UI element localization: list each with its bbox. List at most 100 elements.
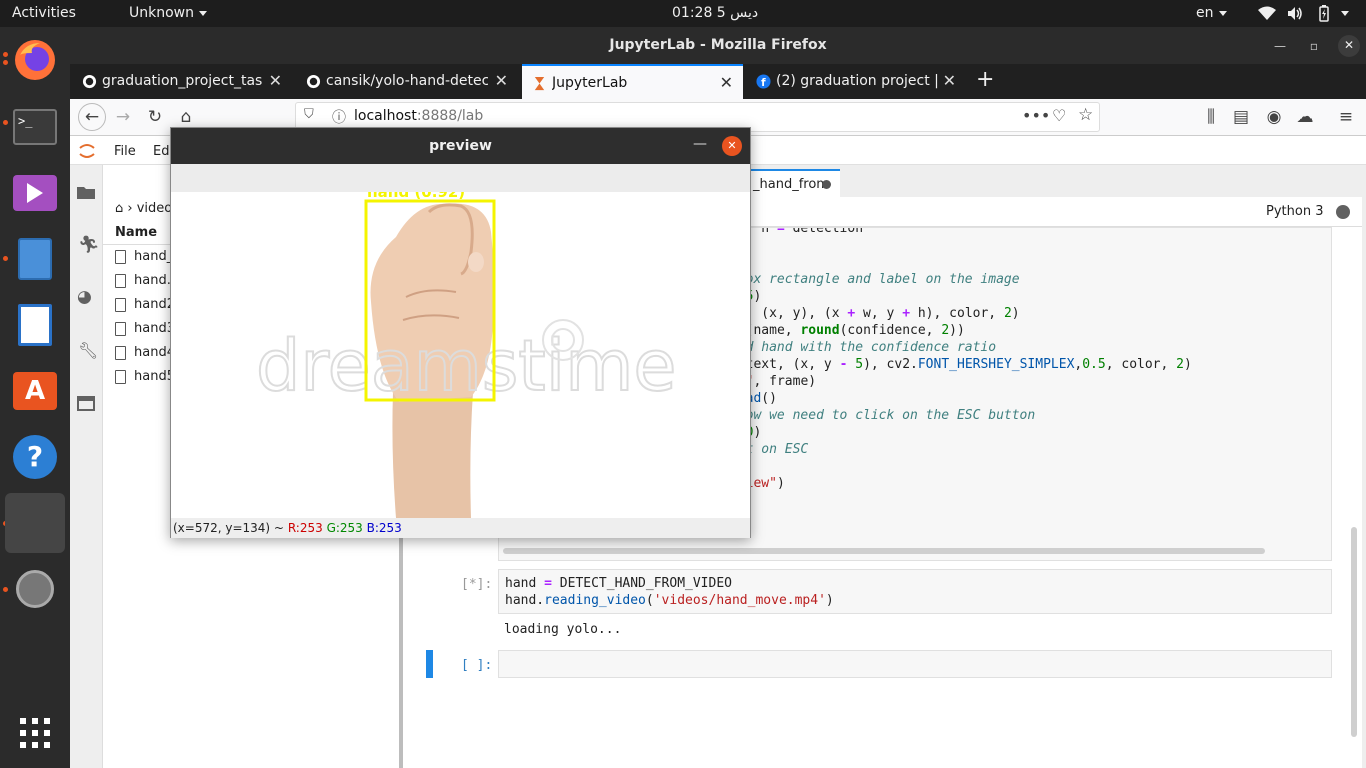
chevron-down-icon xyxy=(199,10,207,16)
bookmark-star-icon[interactable]: ☆ xyxy=(1078,105,1093,125)
code-cell-input[interactable] xyxy=(498,650,1332,678)
account-icon[interactable]: ◉ xyxy=(1263,106,1285,128)
cell-output: loading yolo... xyxy=(504,622,622,637)
tab-graduation-project-task[interactable]: graduation_project_task ✕ xyxy=(72,64,292,99)
file-cabinet-icon xyxy=(18,238,52,280)
show-applications-button[interactable] xyxy=(7,705,63,761)
tab-label: JupyterLab xyxy=(552,75,628,91)
list-item[interactable]: hand4 xyxy=(115,345,175,367)
list-item[interactable]: hand2 xyxy=(115,297,175,319)
help-icon: ? xyxy=(13,435,57,479)
jupyter-logo-icon xyxy=(79,144,95,158)
cell-prompt: [*]: xyxy=(461,577,493,592)
tab-label: cansik/yolo-hand-detecti xyxy=(326,73,488,89)
file-icon xyxy=(115,297,126,312)
maximize-button[interactable]: ▫ xyxy=(1304,36,1324,56)
app-grid-icon xyxy=(20,718,50,748)
minimize-button[interactable]: — xyxy=(693,136,707,152)
close-button[interactable]: ✕ xyxy=(1338,35,1360,57)
new-tab-button[interactable]: + xyxy=(976,67,994,92)
system-menu-icon[interactable] xyxy=(1341,11,1349,16)
menu-icon[interactable]: ≡ xyxy=(1335,106,1357,128)
list-item[interactable]: hand_ xyxy=(115,249,173,271)
minimize-button[interactable]: — xyxy=(1270,36,1290,56)
kernel-name[interactable]: Python 3 xyxy=(1266,204,1323,219)
menu-file[interactable]: File xyxy=(114,144,136,159)
close-button[interactable]: ✕ xyxy=(722,136,742,156)
url-path: :8888/lab xyxy=(416,108,484,124)
wrench-icon[interactable]: 🔧︎ xyxy=(78,341,98,360)
wifi-icon[interactable] xyxy=(1258,6,1276,21)
file-icon xyxy=(115,273,126,288)
library-icon[interactable]: ⫼ xyxy=(1200,106,1222,128)
tab-jupyterlab[interactable]: JupyterLab ✕ xyxy=(522,64,743,99)
list-item[interactable]: hand5 xyxy=(115,369,175,391)
pocket-icon[interactable]: ♡ xyxy=(1052,106,1066,125)
cell-source: hand = DETECT_HAND_FROM_VIDEO hand.readi… xyxy=(505,576,834,608)
sidebar-icon[interactable]: ▤ xyxy=(1230,106,1252,128)
vertical-scrollbar[interactable] xyxy=(1351,527,1357,737)
help-launcher[interactable]: ? xyxy=(7,429,63,485)
close-icon[interactable]: ✕ xyxy=(495,71,508,90)
tab-label: (2) graduation project | F xyxy=(776,73,938,89)
activities-button[interactable]: Activities xyxy=(12,5,76,21)
tab-yolo-hand-detection[interactable]: cansik/yolo-hand-detecti ✕ xyxy=(296,64,518,99)
page-actions-icon[interactable]: ••• xyxy=(1022,106,1050,125)
running-icon[interactable]: 🏃︎ xyxy=(78,235,100,255)
horizontal-scrollbar[interactable] xyxy=(503,548,1265,554)
left-sidebar-tabs: 🏃︎ ◕ 🔧︎ xyxy=(70,165,103,768)
preview-window: preview — ✕ dreamstime hand (0.92) (x=57… xyxy=(170,127,751,538)
close-icon[interactable]: ✕ xyxy=(720,73,733,92)
reload-button[interactable]: ↻ xyxy=(144,106,166,128)
firefox-launcher[interactable] xyxy=(7,32,63,88)
breadcrumb-folder[interactable]: video xyxy=(137,201,173,216)
back-button[interactable]: ← xyxy=(78,103,106,131)
blue-value: B:253 xyxy=(366,521,402,535)
home-icon[interactable]: ⌂ xyxy=(115,201,123,216)
writer-launcher[interactable] xyxy=(7,297,63,353)
file-name: hand2 xyxy=(134,297,175,312)
notebook-tab[interactable]: _hand_from xyxy=(747,169,840,197)
file-name: hand3 xyxy=(134,321,175,336)
terminal-launcher[interactable]: >_ xyxy=(7,99,63,155)
language-menu[interactable]: en xyxy=(1196,5,1227,21)
active-app-slot[interactable] xyxy=(5,493,65,553)
chevron-down-icon xyxy=(1218,10,1227,16)
volume-icon[interactable] xyxy=(1287,6,1304,21)
video-frame: dreamstime hand (0.92) xyxy=(171,192,750,518)
menu-edit[interactable]: Ed xyxy=(153,144,169,159)
close-icon[interactable]: ✕ xyxy=(269,71,282,90)
app-menu[interactable]: Unknown xyxy=(129,5,207,21)
jupyter-icon xyxy=(534,76,545,91)
tabs-icon[interactable] xyxy=(77,396,95,411)
name-column-header: Name xyxy=(115,225,158,240)
hand-video-image: dreamstime hand (0.92) xyxy=(171,192,750,518)
shield-icon[interactable]: ⛉ xyxy=(304,107,314,122)
disc-launcher[interactable] xyxy=(7,561,63,617)
firefox-icon xyxy=(15,40,55,80)
extension-icon[interactable]: ☁ xyxy=(1294,106,1316,128)
forward-button[interactable]: → xyxy=(112,106,134,128)
videos-launcher[interactable] xyxy=(7,165,63,221)
watermark-text: dreamstime xyxy=(256,325,676,407)
breadcrumb: ⌂ › video xyxy=(115,201,173,216)
files-launcher[interactable] xyxy=(7,231,63,287)
code-cell[interactable]: hand = DETECT_HAND_FROM_VIDEO hand.readi… xyxy=(498,569,1332,614)
software-launcher[interactable]: A xyxy=(7,363,63,419)
list-item[interactable]: hand3 xyxy=(115,321,175,343)
battery-icon[interactable] xyxy=(1316,5,1332,22)
clock[interactable]: 01:28 دیس 5 xyxy=(672,5,758,21)
file-icon xyxy=(115,369,126,384)
folder-icon[interactable] xyxy=(77,185,95,199)
file-name: hand5 xyxy=(134,369,175,384)
tab-facebook[interactable]: f (2) graduation project | F ✕ xyxy=(746,64,966,99)
info-icon[interactable]: ⓘ xyxy=(332,107,346,127)
home-button[interactable]: ⌂ xyxy=(175,106,197,128)
file-icon xyxy=(115,345,126,360)
unsaved-dot-icon[interactable] xyxy=(822,180,831,189)
disc-icon xyxy=(16,570,54,608)
shopping-bag-icon: A xyxy=(13,372,57,410)
palette-icon[interactable]: ◕ xyxy=(77,287,92,307)
close-icon[interactable]: ✕ xyxy=(943,71,956,90)
list-item[interactable]: hand. xyxy=(115,273,171,295)
